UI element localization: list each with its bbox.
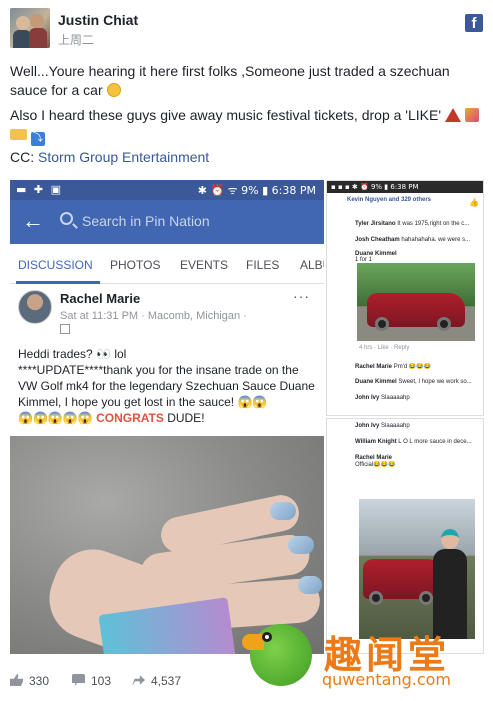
red-golf-photo-1[interactable] xyxy=(357,263,475,341)
s2-c5-text: Sweet, I hope we work so... xyxy=(398,379,472,385)
s3-c1-text: Slaaaaahp xyxy=(381,423,410,429)
comments-screenshot-1[interactable]: ▪ ▪ ▪ ✱ ⏰ 9% ▮ 6:38 PM Kevin Nguyen and … xyxy=(326,180,484,416)
s2-comment-6: John Ivy Slaaaaahp xyxy=(355,395,410,401)
s3-comment-2: William Knight L O L more sauce in dece.… xyxy=(355,439,472,445)
rachel-avatar[interactable] xyxy=(18,290,52,324)
congrats-text: CONGRATS xyxy=(96,411,164,425)
s2-c2-text: hahahahaha. we were s... xyxy=(401,237,471,243)
audience-icon xyxy=(60,324,70,334)
group-post-author[interactable]: Rachel Marie xyxy=(60,291,140,306)
group-search-bar: ← Search in Pin Nation xyxy=(10,200,324,244)
s2-comment-3: Duane Kimmel 1 for 1 xyxy=(355,251,397,263)
dude-text: DUDE! xyxy=(167,411,205,425)
s3-c1-name[interactable]: John Ivy xyxy=(355,423,379,429)
group-post-meta: Sat at 11:31 PM · Macomb, Michigan · xyxy=(60,310,247,322)
tab-discussion[interactable]: DISCUSSION xyxy=(18,258,93,272)
s2-comment-5: Duane Kimmel Sweet, I hope we work so... xyxy=(355,379,472,385)
post-line-1: Well...Youre hearing it here first folks… xyxy=(10,63,450,98)
group-post-line-3: 😱😱😱😱😱 CONGRATS DUDE! xyxy=(18,410,320,426)
facebook-icon: f xyxy=(465,14,483,32)
s3-c3-text: Official😂😂😂 xyxy=(355,462,396,468)
s3-comment-1: John Ivy Slaaaaahp xyxy=(355,423,410,429)
likes-count: 330 xyxy=(29,674,50,688)
phone-screenshot[interactable]: ▬ ✚ ▣ ✱ ⏰ ᯤ 9% ▮ 6:38 PM ← Search in Pin… xyxy=(10,180,324,654)
comment-icon xyxy=(72,674,85,686)
s2-c2-name[interactable]: Josh Cheatham xyxy=(355,237,400,243)
post-timestamp[interactable]: 上周二 xyxy=(58,31,94,48)
post-paragraph-2: Also I heard these guys give away music … xyxy=(10,106,485,146)
group-post-body: Heddi trades? 👀 lol ****UPDATE****thank … xyxy=(18,346,320,426)
circus-tent-emoji-icon xyxy=(444,108,461,122)
likes-count-item[interactable]: 330 xyxy=(10,674,49,688)
shares-count-item[interactable]: 4,537 xyxy=(132,674,181,688)
party-popper-emoji-icon xyxy=(464,108,479,122)
like-icon xyxy=(10,674,23,686)
s3-c2-text: L O L more sauce in dece... xyxy=(398,439,472,445)
s2-c6-name[interactable]: John Ivy xyxy=(355,395,379,401)
tab-files[interactable]: FILES xyxy=(246,258,279,272)
red-golf-with-owner-photo[interactable] xyxy=(359,499,475,639)
share-icon xyxy=(132,675,145,686)
group-post-line-1: Heddi trades? 👀 lol xyxy=(18,347,127,361)
phone-status-bar: ▬ ✚ ▣ ✱ ⏰ ᯤ 9% ▮ 6:38 PM xyxy=(10,180,324,200)
s2-comment-1: Tyler Jirsitano It was 1975,right on the… xyxy=(355,221,469,227)
back-arrow-icon[interactable]: ← xyxy=(22,208,44,234)
s3-comment-3: Rachel Marie Official😂😂😂 xyxy=(355,455,396,468)
post-paragraph-cc: CC: Storm Group Entertainment xyxy=(10,148,485,167)
storm-group-link[interactable]: Storm Group Entertainment xyxy=(38,149,209,165)
more-options-icon[interactable]: ··· xyxy=(293,288,310,304)
post-line-2: Also I heard these guys give away music … xyxy=(10,107,441,123)
s3-c3-name[interactable]: Rachel Marie xyxy=(355,455,392,461)
s3-c2-name[interactable]: William Knight xyxy=(355,439,397,445)
post-text: Well...Youre hearing it here first folks… xyxy=(10,62,485,173)
search-placeholder: Search in Pin Nation xyxy=(82,213,210,229)
post-paragraph-1: Well...Youre hearing it here first folks… xyxy=(10,62,485,100)
s2-c4-text: Pm'd 😂😂😂 xyxy=(393,364,432,370)
comments-screenshot-2[interactable]: John Ivy Slaaaaahp William Knight L O L … xyxy=(326,418,484,654)
s2-c4-name[interactable]: Rachel Marie xyxy=(355,364,392,370)
s2-status-bar: ▪ ▪ ▪ ✱ ⏰ 9% ▮ 6:38 PM xyxy=(327,181,483,193)
comments-count-item[interactable]: 103 xyxy=(72,674,111,688)
search-icon xyxy=(60,212,73,225)
watermark-logo: 趣闻堂 quwentang.com xyxy=(242,622,486,692)
laughing-emoji-icon xyxy=(106,83,121,97)
s2-comment-4: Rachel Marie Pm'd 😂😂😂 xyxy=(355,363,431,370)
comments-count: 103 xyxy=(91,674,112,688)
group-post-card: Rachel Marie Sat at 11:31 PM · Macomb, M… xyxy=(10,284,324,436)
cc-label: CC: xyxy=(10,149,35,165)
s2-c1-text: It was 1975,right on the c... xyxy=(397,221,470,227)
s2-c1-name[interactable]: Tyler Jirsitano xyxy=(355,221,396,227)
s2-comment-2: Josh Cheatham hahahahaha. we were s... xyxy=(355,237,470,243)
reactors-summary[interactable]: Kevin Nguyen and 329 others xyxy=(347,197,457,203)
post-media[interactable]: ▬ ✚ ▣ ✱ ⏰ ᯤ 9% ▮ 6:38 PM ← Search in Pin… xyxy=(10,180,484,654)
tab-photos[interactable]: PHOTOS xyxy=(110,258,160,272)
ticket-emoji-icon xyxy=(10,129,27,140)
arrows-emoji-icon: ⤵ xyxy=(30,132,45,146)
status-icons-right: ✱ ⏰ ᯤ 9% ▮ 6:38 PM xyxy=(197,184,316,197)
author-avatar[interactable] xyxy=(10,8,50,48)
s2-c3-actions[interactable]: 4 hrs · Like · Reply xyxy=(359,345,409,351)
shares-count: 4,537 xyxy=(151,674,182,688)
group-search-input[interactable]: Search in Pin Nation xyxy=(54,210,316,236)
s2-c6-text: Slaaaaahp xyxy=(381,395,410,401)
group-post-line-2: ****UPDATE****thank you for the insane t… xyxy=(18,363,315,409)
s2-c5-name[interactable]: Duane Kimmel xyxy=(355,379,397,385)
post-header: Justin Chiat 上周二 f xyxy=(10,8,483,54)
author-name[interactable]: Justin Chiat xyxy=(58,12,138,28)
parrot-logo-icon xyxy=(242,624,312,686)
watermark-url: quwentang.com xyxy=(322,670,451,689)
group-tabs: DISCUSSION PHOTOS EVENTS FILES ALBU xyxy=(10,244,324,284)
status-icons-left: ▬ ✚ ▣ xyxy=(16,183,63,196)
thumbs-up-icon[interactable]: 👍 xyxy=(469,198,479,207)
s2-reactions-header: Kevin Nguyen and 329 others 👍 xyxy=(327,193,483,217)
scream-emojis: 😱😱😱😱😱 xyxy=(18,411,93,425)
tab-albums[interactable]: ALBU xyxy=(300,258,324,272)
tab-events[interactable]: EVENTS xyxy=(180,258,228,272)
